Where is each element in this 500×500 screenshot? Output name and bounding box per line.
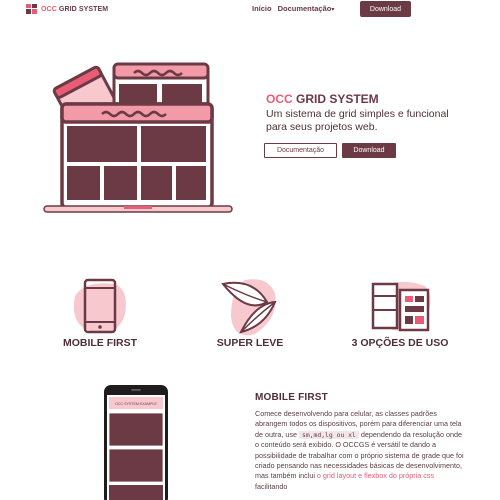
header-download-button[interactable]: Download bbox=[360, 1, 411, 17]
phone-mockup: OCC SYSTEM EXAMPLE bbox=[104, 385, 168, 500]
download-button[interactable]: Download bbox=[342, 143, 396, 158]
hero-title-accent: OCC bbox=[266, 92, 293, 106]
feature-label: 3 OPÇÕES DE USO bbox=[351, 337, 449, 349]
docs-button[interactable]: Documentação bbox=[264, 143, 337, 158]
logo[interactable]: OCC GRID SYSTEM bbox=[26, 4, 108, 14]
smartphone-icon bbox=[73, 278, 126, 334]
logo-icon bbox=[26, 4, 37, 14]
top-bar: OCC GRID SYSTEM Início Documentação▾ Dow… bbox=[0, 0, 500, 20]
nav-inicio[interactable]: Início bbox=[252, 4, 272, 13]
feature-label: SUPER LEVE bbox=[216, 337, 284, 349]
body-text-3: facilitando bbox=[255, 481, 288, 491]
main-nav: Início Documentação▾ bbox=[252, 4, 334, 13]
nav-documentacao-label: Documentação bbox=[277, 4, 332, 13]
phone-header-text: OCC SYSTEM EXAMPLE bbox=[115, 402, 157, 406]
chevron-down-icon: ▾ bbox=[331, 7, 335, 13]
feature-mobile-first: MOBILE FIRST bbox=[45, 276, 155, 356]
feature-super-leve: SUPER LEVE bbox=[195, 276, 305, 356]
feature-label: MOBILE FIRST bbox=[62, 337, 138, 349]
feature-opcoes-de-uso: 3 OPÇÕES DE USO bbox=[345, 276, 455, 356]
logo-rest: GRID SYSTEM bbox=[56, 5, 109, 13]
laptop-grid-illustration bbox=[43, 62, 233, 213]
hero-subtitle: Um sistema de grid simples e funcional p… bbox=[266, 108, 449, 133]
logo-accent: OCC bbox=[41, 5, 57, 13]
nav-documentacao[interactable]: Documentação▾ bbox=[278, 4, 335, 13]
css-grid-link[interactable]: o grid layout e flexbox do própria css bbox=[317, 471, 434, 480]
section-title: MOBILE FIRST bbox=[255, 392, 328, 403]
logo-text: OCC GRID SYSTEM bbox=[41, 6, 108, 13]
hero-title: OCC GRID SYSTEM bbox=[266, 92, 379, 106]
feather-icon bbox=[221, 279, 277, 336]
section-body: Comece desenvolvendo para celular, as cl… bbox=[255, 409, 467, 492]
breakpoint-code: sm,md,lg ou xl bbox=[298, 430, 359, 439]
hero-title-rest: GRID SYSTEM bbox=[292, 92, 379, 106]
layout-icon bbox=[371, 281, 431, 332]
